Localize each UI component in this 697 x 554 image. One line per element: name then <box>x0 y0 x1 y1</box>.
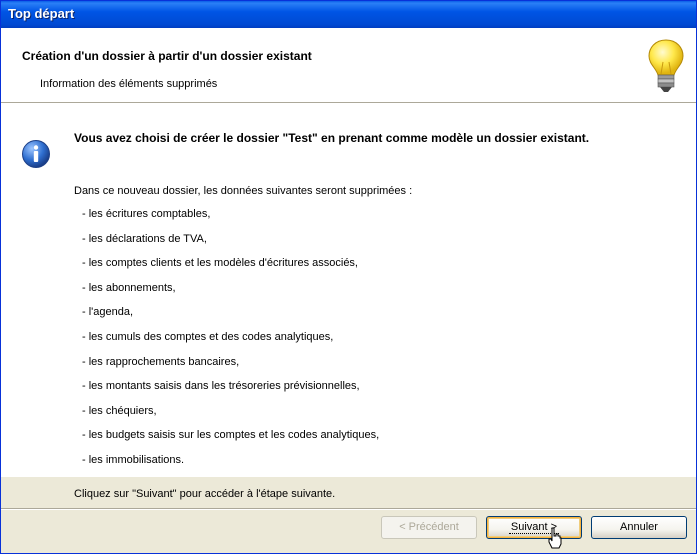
list-item: - les comptes clients et les modèles d'é… <box>82 257 358 270</box>
intro-text: Dans ce nouveau dossier, les données sui… <box>74 185 413 197</box>
previous-button[interactable]: < Précédent <box>381 516 477 539</box>
window-title: Top départ <box>8 6 75 21</box>
cancel-button[interactable]: Annuler <box>591 516 687 539</box>
next-button[interactable]: Suivant > <box>486 516 582 539</box>
wizard-header: Création d'un dossier à partir d'un doss… <box>1 28 696 103</box>
list-item: - l'agenda, <box>82 306 134 319</box>
list-item: - les cumuls des comptes et des codes an… <box>82 330 334 343</box>
hand-cursor-icon <box>548 527 562 549</box>
lightbulb-icon <box>648 39 684 92</box>
headline-text: Vous avez choisi de créer le dossier "Te… <box>74 131 590 145</box>
info-icon <box>22 140 50 168</box>
list-item: - les déclarations de TVA, <box>82 232 207 245</box>
title-bar[interactable]: Top départ <box>1 1 696 28</box>
deleted-items-list: - les écritures comptables, - les déclar… <box>82 208 379 479</box>
list-item: - les abonnements, <box>82 281 176 294</box>
previous-button-label: < Précédent <box>399 521 459 533</box>
list-item: - les rapprochements bancaires, <box>82 355 240 368</box>
wizard-window: Top départ Création d'un dossier à parti… <box>0 0 697 554</box>
list-item: - les budgets saisis sur les comptes et … <box>82 429 380 442</box>
cancel-button-label: Annuler <box>620 521 658 533</box>
header-title: Création d'un dossier à partir d'un doss… <box>22 49 312 63</box>
list-item: - les montants saisis dans les trésoreri… <box>82 380 360 393</box>
footer-divider <box>1 508 696 510</box>
header-subtitle: Information des éléments supprimés <box>40 78 218 90</box>
list-item: - les écritures comptables, <box>82 208 211 220</box>
wizard-body: Vous avez choisi de créer le dossier "Te… <box>1 103 696 500</box>
outro-text: Cliquez sur "Suivant" pour accéder à l'é… <box>74 488 336 500</box>
list-item: - les immobilisations. <box>82 453 185 466</box>
list-item: - les chéquiers, <box>82 404 157 417</box>
